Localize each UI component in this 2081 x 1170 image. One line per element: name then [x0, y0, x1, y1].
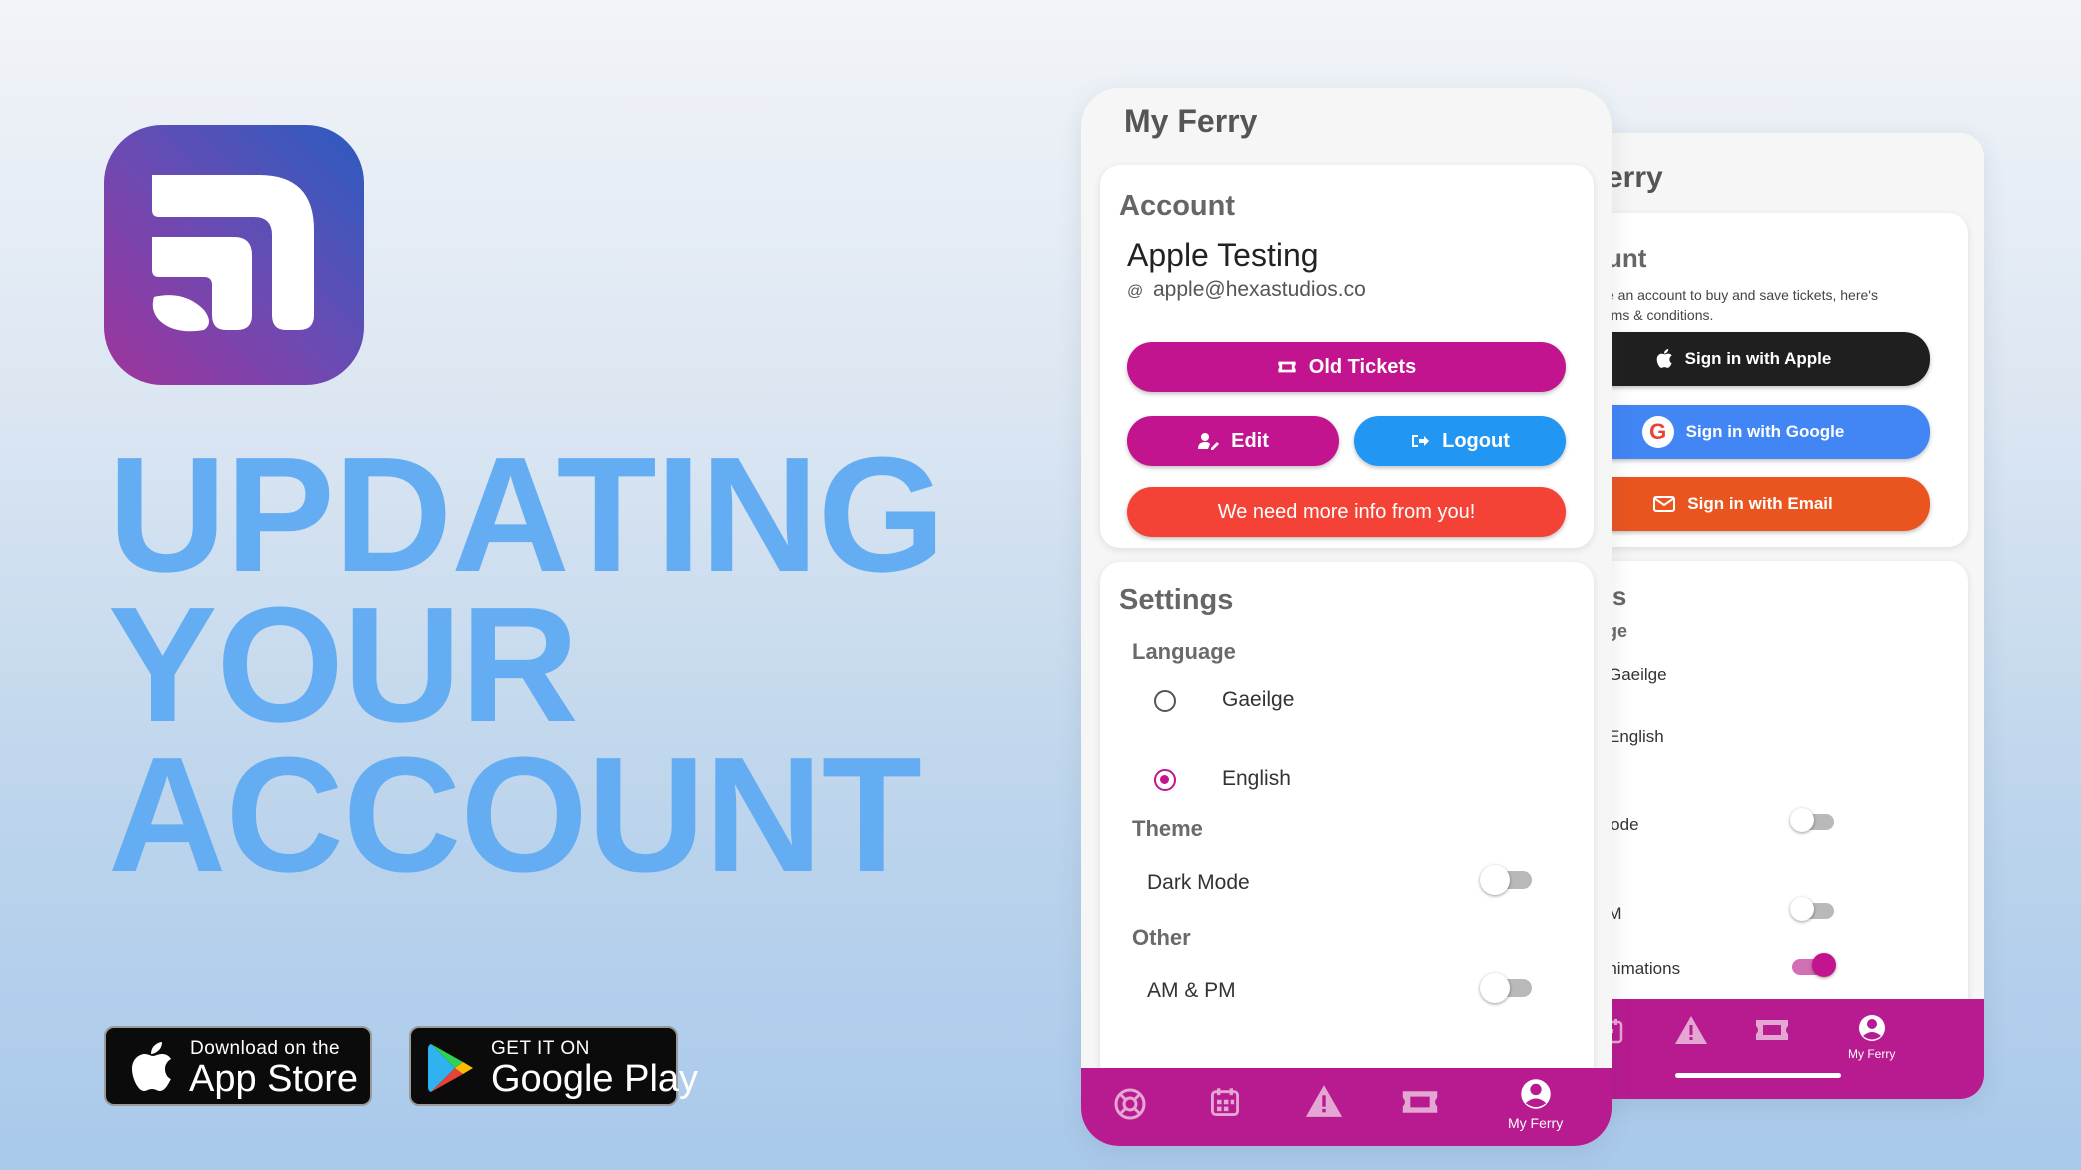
at-icon: @	[1127, 283, 1144, 300]
google-play-big-text: Google Play	[491, 1058, 699, 1100]
app-store-badge[interactable]: Download on the App Store	[104, 1026, 372, 1106]
language-option-english[interactable]: English	[1222, 767, 1291, 791]
account-card: unt e an account to buy and save tickets…	[1576, 213, 1968, 547]
headline: UPDATING YOUR ACCOUNT	[108, 423, 945, 906]
google-play-badge[interactable]: GET IT ON Google Play	[409, 1026, 698, 1106]
lifebuoy-icon	[1114, 1088, 1146, 1120]
home-indicator	[1675, 1073, 1841, 1078]
account-card: Account Apple Testing @ apple@hexastudio…	[1100, 165, 1594, 548]
phone-signed-out: erry unt e an account to buy and save ti…	[1576, 133, 1984, 1099]
account-name: Apple Testing	[1127, 237, 1319, 273]
mail-icon	[1653, 496, 1676, 512]
headline-line-1: UPDATING	[108, 423, 945, 606]
ticket-icon	[1278, 361, 1296, 373]
google-play-small-text: GET IT ON	[491, 1038, 590, 1059]
settings-title: Settings	[1119, 584, 1234, 616]
logout-label: Logout	[1442, 429, 1510, 452]
user-icon	[1520, 1079, 1551, 1109]
page-title: My Ferry	[1124, 103, 1258, 139]
nav-tickets[interactable]	[1754, 1017, 1790, 1043]
phone-signed-in: My Ferry Account Apple Testing @ apple@h…	[1081, 88, 1612, 1146]
nav-tickets[interactable]	[1400, 1088, 1440, 1116]
old-tickets-button[interactable]: Old Tickets	[1127, 342, 1566, 392]
app-store-small-text: Download on the	[190, 1038, 341, 1059]
more-info-button[interactable]: We need more info from you!	[1127, 487, 1566, 537]
ampm-label: AM & PM	[1147, 979, 1236, 1002]
language-label: Language	[1132, 639, 1236, 664]
account-email: apple@hexastudios.co	[1153, 278, 1366, 301]
user-edit-icon	[1198, 433, 1220, 450]
user-icon	[1858, 1015, 1885, 1041]
nav-calendar[interactable]	[1209, 1086, 1241, 1118]
account-title: unt	[1606, 243, 1647, 273]
dark-mode-label: Dark Mode	[1147, 871, 1250, 894]
settings-card: Settings Language Gaeilge English Theme …	[1100, 562, 1594, 1082]
app-store-big-text: App Store	[189, 1058, 358, 1100]
warning-icon	[1675, 1016, 1707, 1044]
warning-icon	[1305, 1085, 1343, 1117]
edit-button[interactable]: Edit	[1127, 416, 1339, 466]
edit-label: Edit	[1231, 429, 1269, 452]
ticket-icon	[1402, 1091, 1438, 1113]
app-logo	[104, 125, 364, 385]
old-tickets-label: Old Tickets	[1308, 355, 1417, 378]
sign-in-email-button[interactable]: Sign in with Email	[1576, 477, 1930, 531]
account-description-1: e an account to buy and save tickets, he…	[1606, 287, 1878, 303]
sign-in-apple-label: Sign in with Apple	[1684, 349, 1832, 368]
logout-icon	[1412, 435, 1430, 447]
bottom-nav: My Ferry	[1576, 999, 1984, 1099]
sign-in-apple-button[interactable]: Sign in with Apple	[1576, 332, 1930, 386]
nav-alerts[interactable]	[1674, 1015, 1708, 1045]
ticket-icon	[1756, 1020, 1788, 1040]
google-play-icon	[428, 1044, 473, 1092]
google-logo-icon: G	[1641, 416, 1674, 448]
headline-line-3: ACCOUNT	[108, 723, 922, 906]
nav-my-ferry-label: My Ferry	[1848, 1047, 1896, 1061]
language-option-english[interactable]: English	[1608, 727, 1664, 747]
bottom-nav: My Ferry	[1081, 1068, 1612, 1146]
language-option-gaeilge[interactable]: Gaeilge	[1222, 688, 1294, 712]
sign-in-google-label: Sign in with Google	[1685, 422, 1845, 441]
logout-button[interactable]: Logout	[1354, 416, 1566, 466]
nav-my-ferry-label: My Ferry	[1508, 1115, 1564, 1131]
nav-lifebuoy[interactable]	[1114, 1088, 1146, 1120]
account-description-2: rms & conditions.	[1606, 307, 1714, 323]
sign-in-email-label: Sign in with Email	[1687, 494, 1833, 513]
ferry-logo-icon	[152, 175, 314, 332]
gaeilge-radio[interactable]	[1154, 690, 1176, 712]
apple-logo-icon	[1656, 349, 1672, 368]
sign-in-google-button[interactable]: G Sign in with Google	[1576, 405, 1930, 459]
headline-line-2: YOUR	[108, 573, 579, 756]
apple-logo-icon	[132, 1042, 171, 1091]
calendar-icon	[1211, 1088, 1239, 1116]
nav-my-ferry[interactable]: My Ferry	[1848, 1013, 1895, 1061]
nav-my-ferry[interactable]: My Ferry	[1508, 1077, 1563, 1131]
other-label: Other	[1132, 925, 1191, 950]
page-title: erry	[1606, 161, 1663, 194]
english-radio[interactable]	[1154, 769, 1176, 791]
language-option-gaeilge[interactable]: Gaeilge	[1608, 665, 1667, 685]
more-info-label: We need more info from you!	[1217, 500, 1476, 523]
theme-label: Theme	[1132, 816, 1203, 841]
nav-alerts[interactable]	[1304, 1084, 1344, 1118]
account-title: Account	[1119, 190, 1235, 222]
